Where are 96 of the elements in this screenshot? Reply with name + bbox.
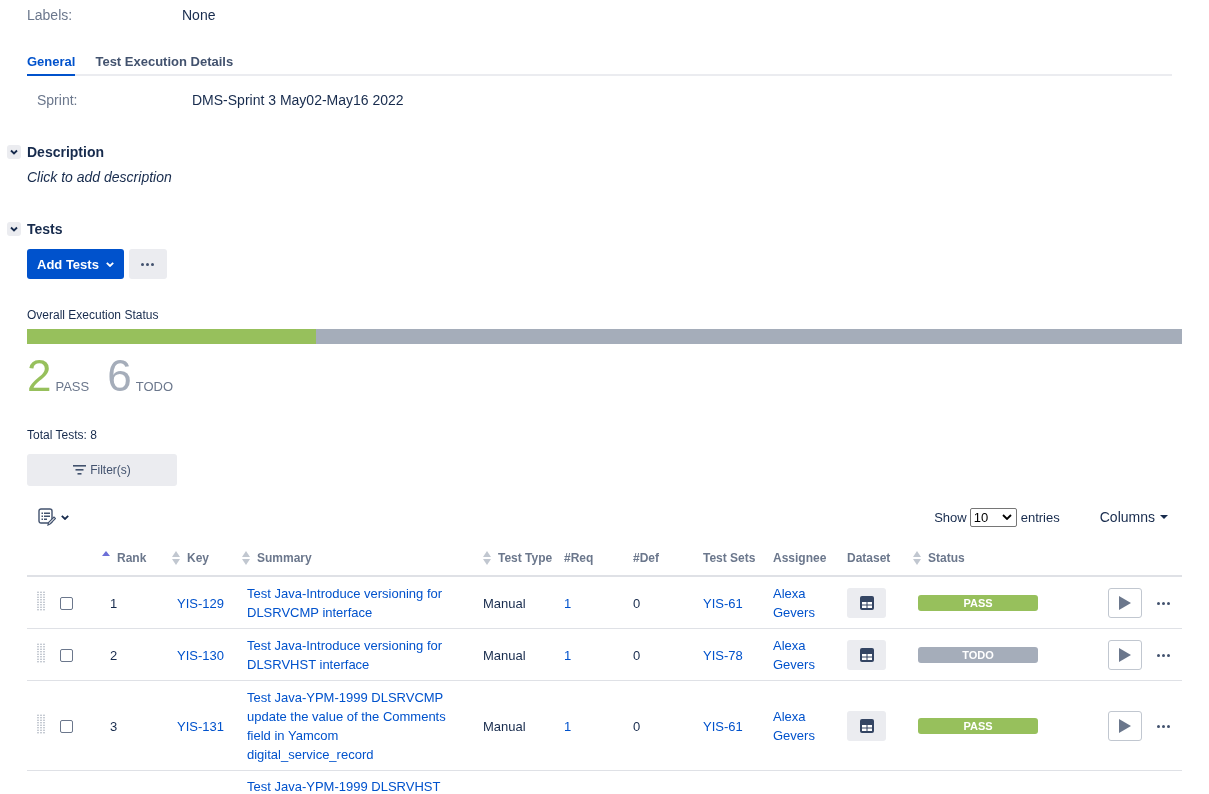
row-checkbox[interactable] (60, 596, 73, 610)
tab[interactable]: General (27, 53, 76, 76)
test-set-link[interactable]: YIS-78 (703, 647, 743, 663)
count-label: TODO (135, 379, 173, 394)
columns-button[interactable]: Columns (1099, 509, 1168, 525)
table-icon (859, 596, 874, 610)
drag-handle-icon[interactable] (37, 590, 45, 611)
summary-link[interactable]: Test Java-Introduce versioning for DLSRVHST interface (247, 636, 452, 674)
issue-key-link[interactable]: YIS-129 (177, 595, 224, 611)
chevron-down-icon (10, 225, 18, 233)
section-toggle[interactable] (7, 145, 21, 159)
list-options-button[interactable] (38, 508, 69, 526)
page-size-select[interactable]: 10 (969, 507, 1017, 527)
filter-icon (73, 465, 87, 475)
field-value: DMS-Sprint 3 May02-May16 2022 (192, 92, 404, 108)
column-header: #Def (633, 550, 659, 565)
issue-key-link[interactable]: YIS-130 (177, 647, 224, 663)
test-set-link[interactable]: YIS-61 (703, 718, 743, 734)
entries-label: entries (1020, 509, 1060, 525)
column-header: Dataset (847, 550, 891, 565)
dataset-button[interactable] (847, 640, 886, 670)
tab[interactable]: Test Execution Details (95, 53, 234, 76)
row-menu-button[interactable] (1157, 601, 1170, 605)
field-label: Sprint: (37, 92, 79, 108)
execution-status-title: Overall Execution Status (27, 307, 159, 323)
status-badge: TODO (918, 647, 1038, 663)
row-menu-button[interactable] (1157, 653, 1170, 657)
column-header[interactable]: Key (172, 549, 209, 566)
requirement-count-link[interactable]: 1 (564, 595, 572, 611)
summary-link[interactable]: Test Java-YPM-1999 DLSRVCMP update the value of the Comments field in Yamcom digital_service_record (247, 688, 452, 764)
run-button[interactable] (1108, 588, 1142, 618)
section-title: Description (27, 144, 104, 160)
row-checkbox[interactable] (60, 719, 73, 733)
more-button[interactable] (128, 249, 167, 279)
column-header: Test Sets (703, 550, 756, 565)
more-icon (141, 262, 155, 266)
requirement-count-link[interactable]: 1 (564, 718, 572, 734)
total-tests-text: Total Tests: 8 (27, 427, 97, 443)
summary-link[interactable]: Test Java-Introduce versioning for DLSRVCMP interface (247, 584, 452, 622)
play-icon (1119, 648, 1131, 662)
drag-handle-icon[interactable] (37, 642, 45, 663)
chevron-down-icon (1001, 514, 1012, 520)
description-prompt[interactable]: Click to add description (27, 168, 172, 186)
test-type-text: Manual (483, 718, 526, 734)
test-set-link[interactable]: YIS-61 (703, 595, 743, 611)
row-checkbox[interactable] (60, 648, 73, 662)
count-number: 6 (107, 354, 132, 398)
rank-number: 1 (110, 595, 118, 611)
dataset-button[interactable] (847, 711, 886, 741)
list-edit-icon (38, 508, 56, 526)
field-value: None (182, 7, 216, 23)
defect-count: 0 (633, 595, 641, 611)
count-number: 2 (27, 354, 52, 398)
assignee-link[interactable]: Alexa Gevers (773, 707, 833, 745)
assignee-link[interactable]: Alexa Gevers (773, 636, 833, 674)
table-icon (859, 719, 874, 733)
rank-number: 2 (110, 647, 118, 663)
column-header[interactable]: Status (913, 549, 965, 566)
section-title: Tests (27, 221, 63, 237)
caret-icon (1160, 515, 1168, 519)
more-icon (1157, 601, 1170, 605)
assignee-link[interactable]: Alexa Gevers (773, 584, 833, 622)
field-label: Labels: (27, 7, 74, 23)
add-tests-button[interactable]: Add Tests (27, 249, 124, 279)
test-type-text: Manual (483, 647, 526, 663)
row-menu-button[interactable] (1157, 724, 1170, 728)
status-badge: PASS (918, 718, 1038, 734)
table-icon (859, 648, 874, 662)
summary-link[interactable]: Test Java-YPM-1999 DLSRVHST (247, 779, 441, 794)
count-label: PASS (55, 379, 90, 394)
more-icon (1157, 724, 1170, 728)
chevron-down-icon (10, 148, 18, 156)
requirement-count-link[interactable]: 1 (564, 647, 572, 663)
column-header: Assignee (773, 550, 827, 565)
status-badge: PASS (918, 595, 1038, 611)
defect-count: 0 (633, 647, 641, 663)
filter-button[interactable]: Filter(s) (27, 454, 177, 486)
test-type-text: Manual (483, 595, 526, 611)
run-button[interactable] (1108, 640, 1142, 670)
run-button[interactable] (1108, 711, 1142, 741)
caret-icon (105, 261, 114, 267)
column-header[interactable]: Summary (242, 549, 312, 566)
defect-count: 0 (633, 718, 641, 734)
show-label: Show (934, 509, 967, 525)
more-icon (1157, 653, 1170, 657)
issue-key-link[interactable]: YIS-131 (177, 718, 224, 734)
play-icon (1119, 596, 1131, 610)
rank-number: 3 (110, 718, 118, 734)
column-header[interactable]: Rank (102, 549, 147, 566)
caret-icon (61, 514, 69, 520)
column-header: #Req (564, 550, 594, 565)
play-icon (1119, 719, 1131, 733)
dataset-button[interactable] (847, 588, 886, 618)
drag-handle-icon[interactable] (37, 713, 45, 734)
section-toggle[interactable] (7, 222, 21, 236)
column-header[interactable]: Test Type (483, 549, 553, 566)
